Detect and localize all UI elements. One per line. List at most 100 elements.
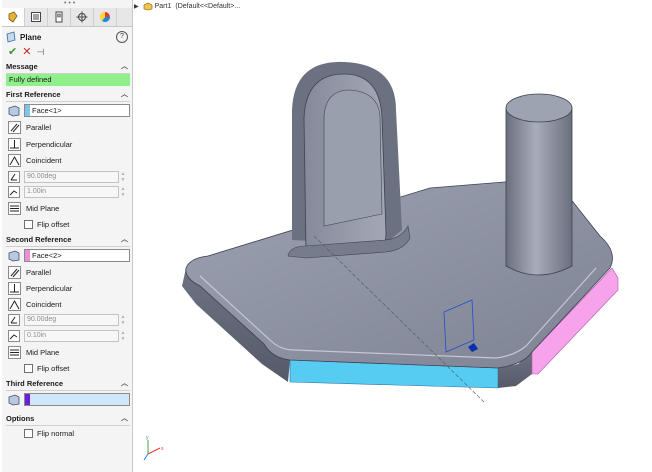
- part-model: x y: [143, 61, 619, 461]
- coincident-label: Coincident: [26, 300, 62, 309]
- perpendicular-option[interactable]: Perpendicular: [8, 138, 130, 152]
- configuration-manager-tab[interactable]: [48, 8, 71, 26]
- flip-normal-checkbox-row[interactable]: Flip normal: [24, 428, 74, 438]
- property-manager-tab[interactable]: [25, 8, 48, 26]
- dimxpert-icon: [76, 11, 88, 23]
- first-reference-selection: Face<1>: [8, 104, 130, 118]
- graphics-area[interactable]: ▶ Part1 (Default<<Default>... x y: [134, 0, 652, 472]
- mid-plane-icon: [8, 346, 21, 359]
- display-manager-tab[interactable]: [94, 8, 117, 26]
- parallel-icon: [8, 266, 21, 279]
- manager-tabs: [2, 8, 132, 27]
- svg-text:x: x: [161, 446, 164, 452]
- angle-row: 90.00deg ▲ ▼: [8, 314, 130, 326]
- flip-offset-checkbox-row[interactable]: Flip offset: [24, 363, 69, 373]
- face-select-icon: [8, 394, 20, 406]
- perpendicular-label: Perpendicular: [26, 140, 73, 149]
- options-header[interactable]: Options ︿: [6, 413, 130, 426]
- mid-plane-option[interactable]: Mid Plane: [8, 202, 130, 216]
- distance-row: 1.00in ▲ ▼: [8, 186, 130, 198]
- third-reference-label: Third Reference: [6, 379, 64, 388]
- collapse-chevron-icon: ︿: [121, 91, 128, 98]
- angle-input[interactable]: 90.00deg: [24, 171, 119, 183]
- flip-offset-label: Flip offset: [37, 219, 70, 229]
- pushpin-icon[interactable]: ⊣: [36, 47, 44, 58]
- face-select-icon: [8, 250, 20, 262]
- coincident-option[interactable]: Coincident: [8, 154, 130, 168]
- parallel-label: Parallel: [26, 123, 52, 132]
- arch-inner-face[interactable]: [323, 89, 383, 227]
- panel-grip[interactable]: • • •: [64, 0, 75, 8]
- ok-check-icon[interactable]: ✔: [8, 47, 17, 58]
- mid-plane-label: Mid Plane: [26, 348, 60, 357]
- orientation-triad-icon: x y: [143, 435, 164, 461]
- collapse-chevron-icon: ︿: [121, 63, 128, 70]
- second-reference-field[interactable]: Face<2>: [24, 249, 130, 262]
- property-manager-header: Plane ?: [6, 30, 130, 44]
- cylinder-top-face[interactable]: [505, 93, 573, 123]
- angle-spinner[interactable]: ▲ ▼: [119, 171, 127, 183]
- parallel-label: Parallel: [26, 268, 52, 277]
- second-reference-header[interactable]: Second Reference ︿: [6, 234, 130, 247]
- first-reference-field[interactable]: Face<1>: [24, 104, 130, 117]
- cylinder-side-face[interactable]: [505, 107, 573, 276]
- dimxpert-tab[interactable]: [71, 8, 94, 26]
- distance-icon[interactable]: [8, 186, 20, 198]
- page-title: Plane: [20, 32, 42, 42]
- angle-input[interactable]: 90.00deg: [24, 314, 119, 326]
- angle-icon[interactable]: [8, 171, 20, 183]
- distance-spinner[interactable]: ▲ ▼: [119, 330, 127, 342]
- options-label: Options: [6, 414, 35, 423]
- flip-offset-checkbox-row[interactable]: Flip offset: [24, 219, 69, 229]
- angle-spinner[interactable]: ▲ ▼: [119, 314, 127, 326]
- mid-plane-icon: [8, 202, 21, 215]
- reference-swatch: [25, 250, 30, 261]
- cancel-x-icon[interactable]: ✕: [22, 47, 31, 58]
- second-reference-selection: Face<2>: [8, 249, 130, 263]
- third-reference-selection: [8, 393, 130, 407]
- mid-plane-label: Mid Plane: [26, 204, 60, 213]
- distance-row: 0.10in ▲ ▼: [8, 330, 130, 342]
- flip-offset-checkbox[interactable]: [24, 363, 33, 373]
- third-reference-header[interactable]: Third Reference ︿: [6, 378, 130, 391]
- mid-plane-option[interactable]: Mid Plane: [8, 346, 130, 360]
- distance-spinner[interactable]: ▲ ▼: [119, 186, 127, 198]
- angle-row: 90.00deg ▲ ▼: [8, 171, 130, 183]
- property-manager-icon: [31, 12, 41, 22]
- reference-swatch: [25, 394, 30, 405]
- flip-normal-checkbox[interactable]: [24, 428, 33, 438]
- angle-icon[interactable]: [8, 314, 20, 326]
- reference-swatch: [25, 105, 30, 116]
- svg-text:y: y: [146, 435, 149, 441]
- coincident-icon: [8, 154, 21, 167]
- third-reference-field[interactable]: [24, 393, 130, 406]
- distance-icon[interactable]: [8, 330, 20, 342]
- distance-input[interactable]: 0.10in: [24, 330, 119, 342]
- second-reference-value: Face<2>: [32, 251, 62, 260]
- message-section-header[interactable]: Message ︿: [6, 61, 130, 74]
- parallel-icon: [8, 121, 21, 134]
- parallel-option[interactable]: Parallel: [8, 266, 130, 280]
- perpendicular-icon: [8, 138, 21, 151]
- face-select-icon: [8, 105, 20, 117]
- coincident-option[interactable]: Coincident: [8, 298, 130, 312]
- parallel-option[interactable]: Parallel: [8, 121, 130, 135]
- feature-manager-tab[interactable]: [2, 8, 25, 26]
- configuration-manager-icon: [55, 11, 63, 23]
- display-manager-icon: [100, 12, 110, 22]
- feature-manager-icon: [8, 11, 18, 23]
- property-manager: • • • Plane ? ✔ ✕ ⊣ Message ︿ Fully defi…: [2, 0, 133, 472]
- help-icon[interactable]: ?: [116, 31, 128, 43]
- flip-offset-checkbox[interactable]: [24, 219, 33, 229]
- first-reference-label: First Reference: [6, 90, 61, 99]
- coincident-label: Coincident: [26, 156, 62, 165]
- first-reference-header[interactable]: First Reference ︿: [6, 89, 130, 102]
- flip-normal-label: Flip normal: [37, 428, 75, 438]
- action-buttons: ✔ ✕ ⊣: [8, 47, 44, 58]
- collapse-chevron-icon: ︿: [121, 380, 128, 387]
- perpendicular-option[interactable]: Perpendicular: [8, 282, 130, 296]
- message-header-label: Message: [6, 62, 38, 71]
- plane-icon: [6, 31, 16, 43]
- distance-input[interactable]: 1.00in: [24, 186, 119, 198]
- coincident-icon: [8, 298, 21, 311]
